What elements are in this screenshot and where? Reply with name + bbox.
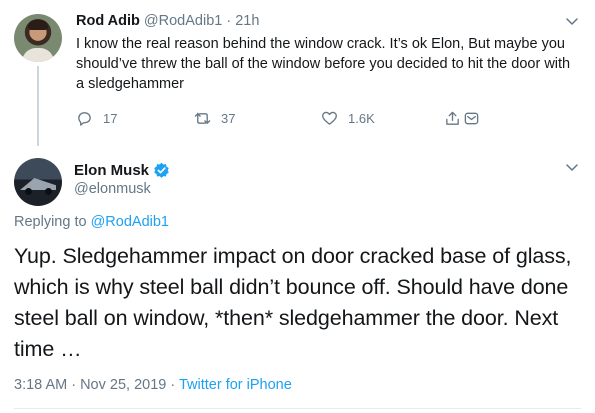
retweet-button[interactable]: 37 [194,108,235,128]
share-button[interactable] [444,108,490,128]
replying-prefix: Replying to [14,214,87,230]
tweet-actions: 17 37 1.6K [76,108,496,128]
avatar-wheel [45,188,52,195]
mention-link[interactable]: @RodAdib1 [91,214,169,230]
reply-button[interactable]: 17 [76,108,117,128]
avatar[interactable] [14,158,62,206]
reply-tweet[interactable]: Rod Adib @RodAdib1 · 21h I know the real… [0,0,595,148]
heart-icon [322,111,337,125]
avatar-shirt [22,48,54,62]
author-name-row[interactable]: Elon Musk [74,162,170,179]
like-button[interactable]: 1.6K [321,108,375,128]
replying-to: Replying to @RodAdib1 [14,214,169,230]
author-handle[interactable]: @RodAdib1 [144,13,222,29]
tweet-timestamp[interactable]: 3:18 AM · Nov 25, 2019 · [14,377,175,393]
avatar-wheel [25,188,32,195]
tweet-text: I know the real reason behind the window… [76,36,571,92]
chevron-down-icon[interactable] [565,160,579,174]
chevron-down-icon[interactable] [565,14,579,28]
avatar[interactable] [14,14,62,62]
like-count: 1.6K [348,110,375,126]
share-icon [446,111,459,125]
tweet-meta: 3:18 AM · Nov 25, 2019 · Twitter for iPh… [14,377,292,393]
reply-icon [78,111,91,126]
verified-badge-icon [154,162,169,178]
dm-icon[interactable] [463,110,480,127]
divider [14,408,581,409]
avatar-hair [28,20,48,30]
tweet-source-link[interactable]: Twitter for iPhone [179,377,292,393]
thread-connector-line [37,66,39,146]
tweet-text: Yup. Sledgehammer impact on door cracked… [14,244,572,361]
author-name[interactable]: Elon Musk [74,162,149,179]
retweet-icon [194,112,211,124]
reply-count: 17 [103,110,118,126]
author-name[interactable]: Rod Adib [76,13,140,29]
retweet-count: 37 [221,110,236,126]
separator-dot: · [226,13,232,29]
tweet-header: Rod Adib @RodAdib1 · 21h [76,13,259,29]
main-tweet: Elon Musk @elonmusk Replying to @RodAdib… [0,148,595,413]
tweet-time[interactable]: 21h [235,13,259,29]
author-handle[interactable]: @elonmusk [74,181,151,197]
